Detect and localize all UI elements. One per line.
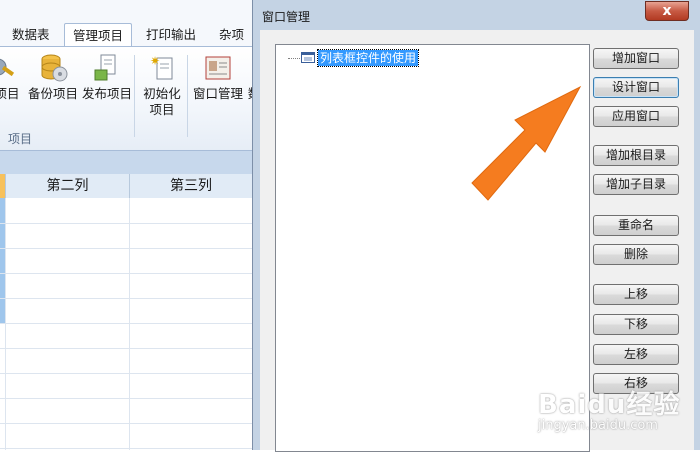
table-row[interactable] [0,323,260,349]
delete-button[interactable]: 删除 [593,244,679,265]
close-button[interactable]: x [645,1,689,21]
ribbon-separator [134,55,135,137]
move-up-button[interactable]: 上移 [593,284,679,305]
ribbon-button-label: 发布项目 [82,86,133,101]
add-root-directory-button[interactable]: 增加根目录 [593,145,679,166]
dialog-titlebar[interactable]: 窗口管理 x [253,0,700,30]
rename-button[interactable]: 重命名 [593,215,679,236]
table-row[interactable] [0,423,260,449]
baidu-watermark: Baidu经验 jingyan.baidu.com [535,384,695,444]
table-row[interactable] [0,348,260,374]
ribbon-group-label: 项目 [8,132,33,146]
table-row[interactable] [0,223,260,249]
ribbon-separator [187,55,188,137]
move-left-button[interactable]: 左移 [593,344,679,365]
tab-data-table[interactable]: 数据表 [12,23,50,46]
data-grid[interactable] [0,198,260,450]
record-navigator-bar [0,150,260,175]
watermark-url: jingyan.baidu.com [538,418,658,433]
tree-connector-line [288,58,300,59]
ribbon-button-project[interactable]: 项目 [0,53,24,102]
svg-text:✷: ✷ [150,54,160,68]
design-window-button[interactable]: 设计窗口 [593,77,679,98]
ribbon-panel: 项目 备份项目 发布项目 ✷ 初始化 项目 窗口管理 [0,46,260,151]
ribbon-button-label-line2: 项目 [149,102,175,117]
gear-wrench-icon [0,58,15,77]
table-row[interactable] [0,248,260,274]
id-card-icon [205,56,231,80]
background-app-window: 数据表 管理项目 打印输出 杂项 项目 备份项目 发布项目 ✷ 初始化 项目 窗… [0,0,260,450]
new-document-icon: ✷ [150,54,173,80]
watermark-brand: Baidu经验 [538,390,681,420]
close-icon: x [662,3,672,19]
tab-misc[interactable]: 杂项 [219,23,244,46]
publish-document-icon [94,54,116,81]
database-backup-icon [41,54,68,82]
column-header-col3[interactable]: 第三列 [130,174,253,198]
table-row[interactable] [0,373,260,399]
dialog-title: 窗口管理 [262,10,311,24]
ribbon-button-label: 窗口管理 [192,86,243,101]
ribbon-button-publish-project[interactable]: 发布项目 [82,53,132,102]
table-row[interactable] [0,198,260,224]
add-window-button[interactable]: 增加窗口 [593,48,679,69]
apply-window-button[interactable]: 应用窗口 [593,106,679,127]
ribbon-button-initialize-project[interactable]: ✷ 初始化 项目 [140,53,184,118]
move-down-button[interactable]: 下移 [593,314,679,335]
table-row[interactable] [0,398,260,424]
grid-header: 第二列 第三列 [0,174,260,199]
ribbon-tabs: 数据表 管理项目 打印输出 杂项 [0,23,260,47]
window-manager-dialog: 窗口管理 x 列表框控件的使用 增加窗口 设计窗口 应用窗口 增加根目录 增加子… [252,0,700,452]
tree-node-root[interactable]: 列表框控件的使用 [316,49,420,67]
tab-manage-project[interactable]: 管理项目 [64,23,132,47]
add-sub-directory-button[interactable]: 增加子目录 [593,174,679,195]
table-row[interactable] [0,273,260,299]
form-window-icon [301,52,315,63]
tab-print-output[interactable]: 打印输出 [146,23,196,46]
ribbon-button-label: 项目 [0,86,20,101]
table-row[interactable] [0,298,260,324]
ribbon-button-backup-project[interactable]: 备份项目 [28,53,78,102]
ribbon-button-label: 初始化 [143,86,181,101]
ribbon-button-window-manager[interactable]: 窗口管理 [192,53,244,102]
ribbon-button-label: 备份项目 [28,86,79,101]
column-header-col2[interactable]: 第二列 [6,174,130,198]
